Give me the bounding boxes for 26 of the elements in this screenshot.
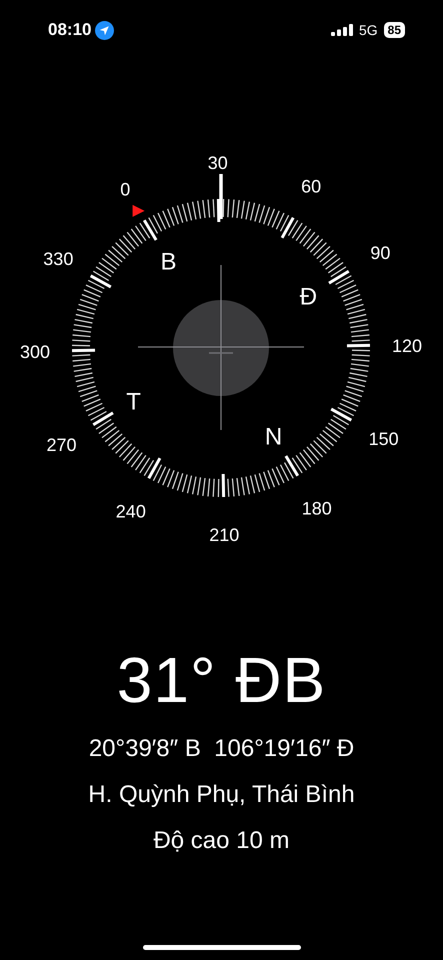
heading-readout: 31° ĐB xyxy=(116,643,326,718)
degree-label: 300 xyxy=(20,342,50,362)
network-label: 5G xyxy=(358,22,378,38)
degree-label: 90 xyxy=(370,243,390,264)
cardinal-label: T xyxy=(126,388,141,416)
heading-needle xyxy=(219,174,223,219)
cardinal-label: Đ xyxy=(300,283,318,310)
degree-label: 60 xyxy=(301,176,322,196)
degree-label: 210 xyxy=(209,524,240,545)
battery-level: 85 xyxy=(384,22,405,38)
status-time: 08:10 xyxy=(48,20,92,40)
cardinal-label: B xyxy=(160,248,176,276)
altitude-text: Độ cao 10 m xyxy=(153,826,290,856)
cardinal-label: N xyxy=(264,423,282,450)
location-text: H. Quỳnh Phụ, Thái Bình xyxy=(88,780,355,810)
degree-label: 270 xyxy=(46,434,77,455)
coordinates-text: 20°39′8″ B 106°19′16″ Đ xyxy=(88,734,354,764)
degree-label: 30 xyxy=(208,153,228,174)
degree-label: 180 xyxy=(302,498,332,518)
degree-label: 330 xyxy=(43,248,74,269)
degree-label: 240 xyxy=(116,502,146,522)
north-marker-icon xyxy=(132,204,145,217)
degree-label: 0 xyxy=(120,180,130,200)
signal-icon xyxy=(330,24,353,36)
degree-label: 120 xyxy=(392,336,422,356)
degree-label: 150 xyxy=(368,429,399,450)
